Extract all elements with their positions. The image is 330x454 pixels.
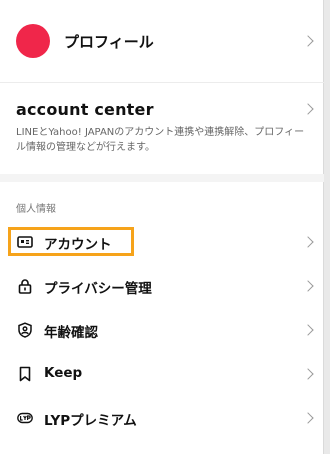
lock-icon (18, 279, 32, 294)
settings-screen: プロフィール account center LINEとYahoo! JAPANの… (0, 0, 330, 454)
section-label-personal-info: 個人情報 (16, 204, 56, 215)
menu-item-label: Keep (44, 365, 83, 381)
account-center-title: account center (16, 100, 154, 119)
chevron-right-icon (302, 324, 314, 336)
chevron-right-icon (302, 35, 314, 47)
menu-item-age-verification[interactable]: 年齢確認 (0, 308, 324, 352)
settings-panel: プロフィール account center LINEとYahoo! JAPANの… (0, 0, 324, 454)
menu-item-privacy[interactable]: プライバシー管理 (0, 264, 324, 308)
lyp-badge-icon (17, 412, 33, 424)
menu-item-label: 年齢確認 (44, 325, 98, 341)
menu-item-lyp-premium[interactable]: LYPプレミアム (0, 396, 324, 440)
shield-person-icon (18, 322, 32, 338)
menu-item-label: アカウント (44, 237, 112, 253)
chevron-right-icon (302, 368, 314, 380)
chevron-right-icon (302, 412, 314, 424)
section-gap (0, 174, 324, 182)
avatar (16, 24, 50, 58)
chevron-right-icon (302, 236, 314, 248)
chevron-right-icon (302, 280, 314, 292)
account-center-description: LINEとYahoo! JAPANのアカウント連携や連携解除、プロフィール情報の… (16, 127, 305, 153)
menu-item-label: LYPプレミアム (44, 413, 137, 429)
bookmark-icon (19, 366, 31, 382)
chevron-right-icon (302, 103, 314, 115)
id-card-icon (17, 236, 33, 248)
profile-label: プロフィール (64, 33, 154, 51)
profile-row[interactable]: プロフィール (0, 0, 324, 82)
account-center-row[interactable]: account center LINEとYahoo! JAPANのアカウント連携… (0, 83, 324, 169)
menu-item-label: プライバシー管理 (44, 281, 152, 297)
menu-item-keep[interactable]: Keep (0, 352, 324, 396)
menu-item-account[interactable]: アカウント (0, 220, 324, 264)
